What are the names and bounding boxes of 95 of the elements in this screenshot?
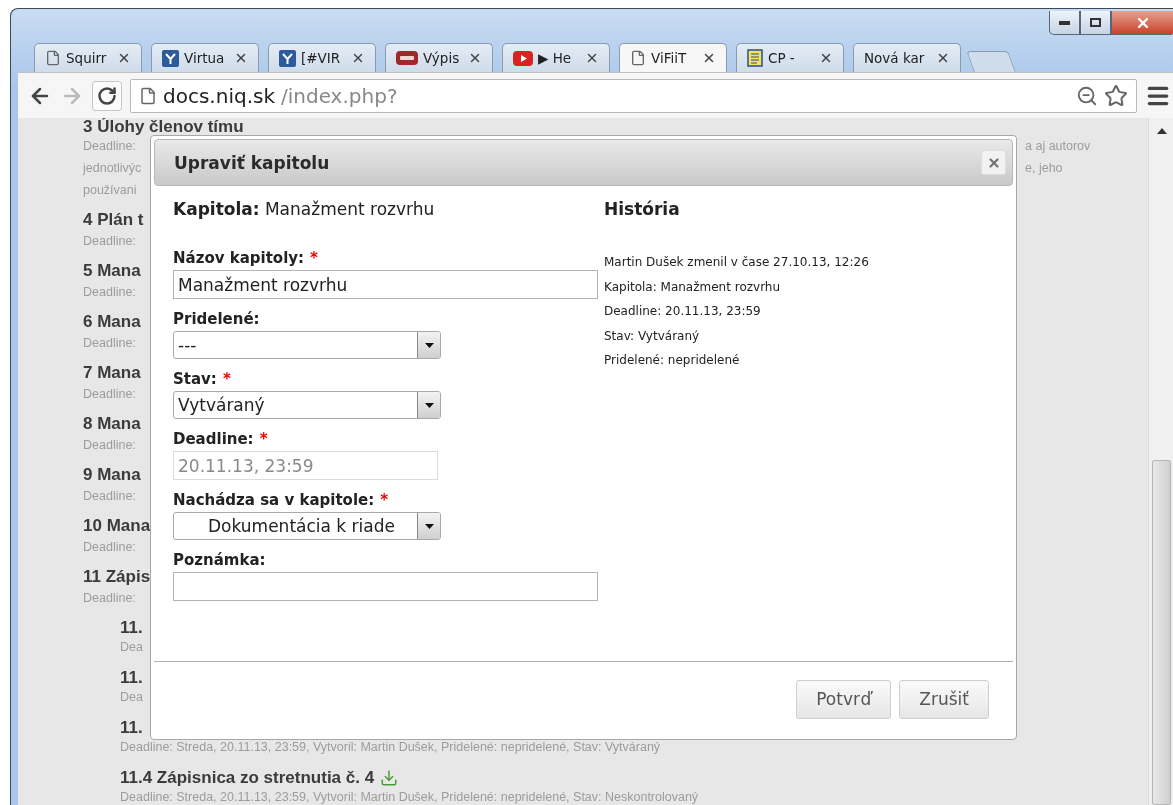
chapter-title: 6 Mana [83,312,141,332]
page-icon [630,50,646,66]
chapter-details: Deadline: [83,285,136,299]
field-label: Pridelené: [173,309,260,329]
caret-icon [424,402,434,408]
cancel-button[interactable]: Zrušiť [899,679,989,719]
chapter-title: 11. [120,718,143,738]
logo-icon [279,49,296,67]
chapter-details: Dea [120,640,143,654]
dialog-title: Upraviť kapitolu [174,152,330,173]
minimize-button[interactable] [1049,11,1080,35]
close-icon[interactable] [117,51,131,65]
video-icon [513,50,533,66]
document-icon [747,49,763,67]
close-icon[interactable] [936,51,950,65]
close-icon [986,155,1001,170]
chapter-details: používani [83,183,137,197]
browser-tab[interactable]: Virtua [151,43,259,72]
chapter-title: 10 Mana [83,516,151,536]
chapter-details: a aj autorov [1025,138,1092,155]
dropdown[interactable]: --- [173,331,441,359]
maximize-icon [1090,18,1101,27]
text-field[interactable] [173,572,598,601]
browser-tab[interactable]: Squirr [34,43,142,72]
address-bar[interactable]: docs.niq.sk /index.php? [130,78,1137,113]
reload-button[interactable] [92,80,122,111]
required-mark: * [380,490,389,510]
chapter-details: Deadline: [83,387,136,401]
confirm-button[interactable]: Potvrď [796,679,892,719]
chapter-title: 9 Mana [83,465,141,485]
chapter-name: Kapitola: Manažment rozvrhu [173,199,436,219]
chapter-details: jednotlivýc [83,161,142,175]
chapter-title: 11 Zápis [83,567,151,587]
chapter-title: 11.4 Zápisnica zo stretnutia č. 4 [120,768,375,788]
close-icon[interactable] [819,51,833,65]
required-mark: * [259,429,268,449]
reload-icon [97,85,117,106]
close-icon[interactable] [468,51,482,65]
chapter-title: 7 Mana [83,363,141,383]
chapter-details: Deadline: [83,234,136,248]
caret-icon [424,342,434,348]
caret-icon [424,523,434,529]
chapter-title: 8 Mana [83,414,141,434]
browser-tab[interactable]: [#VIR [268,43,376,72]
field-label: Stav: [173,369,217,389]
chapter-title: 11. [120,668,143,688]
maximize-button[interactable] [1080,11,1111,35]
browser-tab[interactable]: CP - [736,43,844,72]
field-label: Názov kapitoly: [173,248,305,268]
chapter-title: 5 Mana [83,261,141,281]
chapter-details: Dea [120,690,143,704]
chapter-details: Deadline: [83,438,136,452]
page-icon [139,86,157,105]
history-entry: Stav: Vytváraný [604,327,701,345]
minimize-icon [1059,20,1070,25]
dropdown[interactable]: Vytváraný [173,391,441,419]
history-entry: Pridelené: nepridelené [604,352,741,369]
chapter-title: 11. [120,618,143,638]
chapter-details: Deadline: [83,489,136,503]
chapter-details: Deadline: [83,540,136,554]
zoom-icon[interactable] [1076,84,1098,107]
text-field[interactable]: Manažment rozvrhu [173,270,598,299]
required-mark: * [222,369,231,389]
history-entry: Kapitola: Manažment rozvrhu [604,278,782,296]
close-icon[interactable] [702,51,716,65]
field-label: Poznámka: [173,550,266,570]
history-entry: Martin Dušek zmenil v čase 27.10.13, 12:26 [604,254,870,271]
close-icon[interactable] [351,51,365,65]
field-label: Deadline: [173,429,254,449]
browser-tab[interactable]: Nová kar [853,43,961,72]
download-icon[interactable] [380,769,399,787]
history-title: História [604,199,681,219]
browser-tab[interactable]: Výpis [385,43,493,72]
chapter-details: Deadline: [83,591,136,605]
browser-tab[interactable]: ▶ He [502,43,610,72]
chapter-details: e, jeho [1025,160,1064,177]
field-label: Nachádza sa v kapitole: [173,490,375,510]
close-icon[interactable] [585,51,599,65]
chapter-details: Deadline: [83,139,136,153]
scrollbar-thumb[interactable] [1152,460,1171,805]
scroll-up-icon[interactable] [1156,128,1167,134]
logo-icon [162,49,179,67]
chapter-details: Deadline: [83,336,136,350]
bookmark-star-icon[interactable] [1104,83,1128,108]
close-button[interactable] [1111,11,1173,35]
history-entry: Deadline: 20.11.13, 23:59 [604,303,762,320]
chapter-details: Deadline: Streda, 20.11.13, 23:59, Vytvoril: Martin Dušek, Pridelené: nepridelené, Stav: Vytváraný [120,740,661,754]
dropdown[interactable]: Dokumentácia k riade [173,512,441,540]
chapter-details: Deadline: Streda, 20.11.13, 23:59, Vytvoril: Martin Dušek, Pridelené: nepridelené, Stav: Neskontrolovaný [120,790,699,804]
logo-icon [396,51,418,65]
page-icon [45,50,61,66]
required-mark: * [310,248,318,268]
chapter-title: 4 Plán t [83,210,144,230]
close-icon[interactable] [234,51,248,65]
browser-tab[interactable]: ViFiiT [619,43,727,72]
